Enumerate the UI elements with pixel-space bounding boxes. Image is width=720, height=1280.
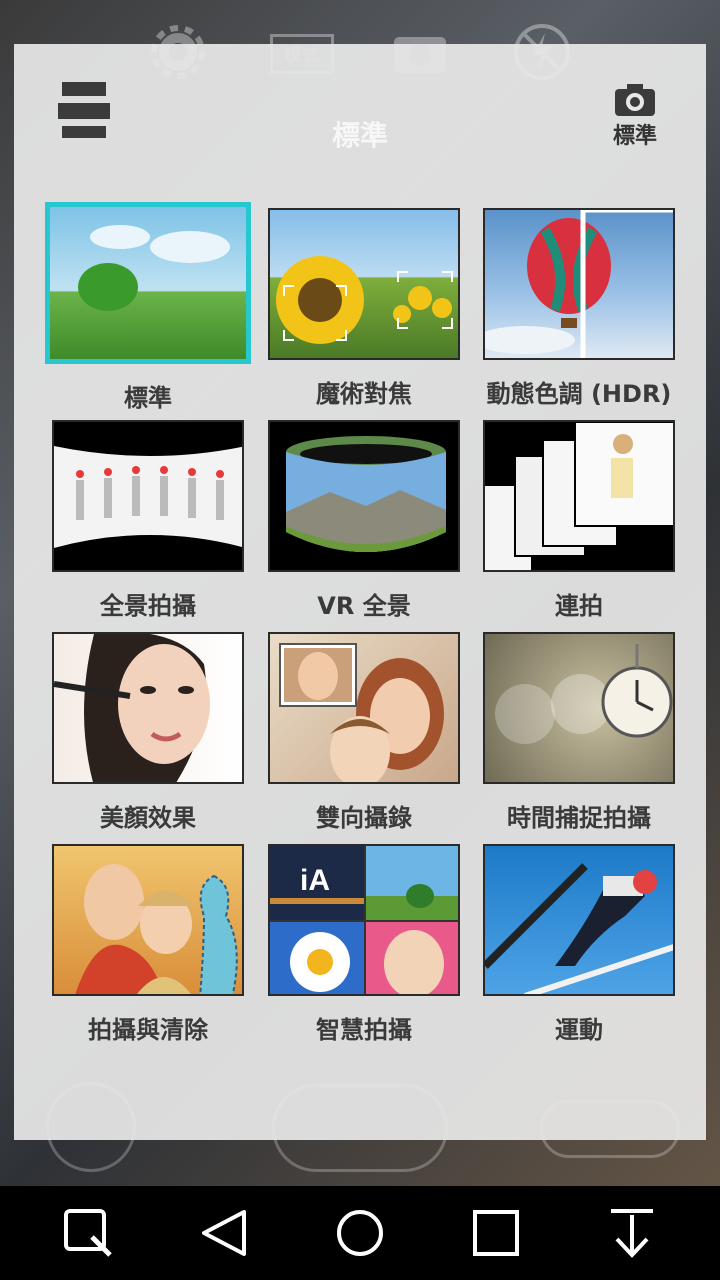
mode-tile-burst[interactable]: 連拍 (472, 414, 686, 626)
mode-thumbnail (52, 632, 244, 784)
system-navigation-bar (0, 1186, 720, 1280)
back-icon[interactable] (194, 1203, 254, 1263)
mode-label: 運動 (555, 1016, 603, 1044)
mode-label: 連拍 (555, 592, 603, 620)
home-icon[interactable] (330, 1203, 390, 1263)
mode-label: 魔術對焦 (316, 380, 412, 408)
mode-thumbnail (52, 420, 244, 572)
mode-tile-standard[interactable]: 標準 (40, 202, 256, 414)
mode-tile-sports[interactable]: 運動 (472, 838, 686, 1050)
smart-shot-ia-text: iA (300, 864, 330, 897)
mode-tile-smart-shot[interactable]: iA 智慧拍攝 (256, 838, 472, 1050)
current-mode-label: 標準 (612, 124, 657, 149)
menu-icon[interactable] (58, 82, 110, 138)
mode-tile-time-catch[interactable]: 時間捕捉拍攝 (472, 626, 686, 838)
mode-label: 美顏效果 (100, 804, 196, 832)
mode-tile-magic-focus[interactable]: 魔術對焦 (256, 202, 472, 414)
mode-label: 動態色調 (HDR) (486, 380, 672, 408)
mode-tile-beauty[interactable]: 美顏效果 (40, 626, 256, 838)
mode-tile-dual-recording[interactable]: 雙向攝錄 (256, 626, 472, 838)
ghost-mode-label: 標準 (331, 119, 388, 152)
camera-mode-panel: 標準 標準 標準 魔術對焦 動態色調 (HDR) 全景拍攝 VR 全景 連拍 美… (14, 44, 706, 1140)
mode-tile-panorama[interactable]: 全景拍攝 (40, 414, 256, 626)
mode-thumbnail (483, 420, 675, 572)
recents-icon[interactable] (466, 1203, 526, 1263)
mode-thumbnail (268, 420, 460, 572)
mode-label: 全景拍攝 (100, 592, 196, 620)
mode-thumbnail (52, 844, 244, 996)
capture-icon[interactable] (58, 1203, 118, 1263)
mode-tile-hdr[interactable]: 動態色調 (HDR) (472, 202, 686, 414)
mode-tile-vr-panorama[interactable]: VR 全景 (256, 414, 472, 626)
mode-thumbnail (268, 208, 460, 360)
mode-thumbnail (45, 202, 251, 364)
camera-icon (613, 82, 657, 118)
mode-label: 時間捕捉拍攝 (507, 804, 651, 832)
mode-thumbnail (483, 632, 675, 784)
mode-thumbnail (268, 632, 460, 784)
current-mode-indicator[interactable]: 標準 (610, 82, 660, 150)
mode-thumbnail (483, 844, 675, 996)
mode-thumbnail: iA (268, 844, 460, 996)
mode-label: 拍攝與清除 (88, 1016, 208, 1044)
mode-label: 標準 (124, 384, 172, 412)
mode-grid: 標準 魔術對焦 動態色調 (HDR) 全景拍攝 VR 全景 連拍 美顏效果 雙向… (40, 202, 686, 1050)
mode-label: VR 全景 (317, 592, 411, 620)
notification-pulldown-icon[interactable] (602, 1203, 662, 1263)
mode-label: 雙向攝錄 (316, 804, 412, 832)
mode-label: 智慧拍攝 (316, 1016, 412, 1044)
mode-thumbnail (483, 208, 675, 360)
mode-tile-shot-and-clear[interactable]: 拍攝與清除 (40, 838, 256, 1050)
